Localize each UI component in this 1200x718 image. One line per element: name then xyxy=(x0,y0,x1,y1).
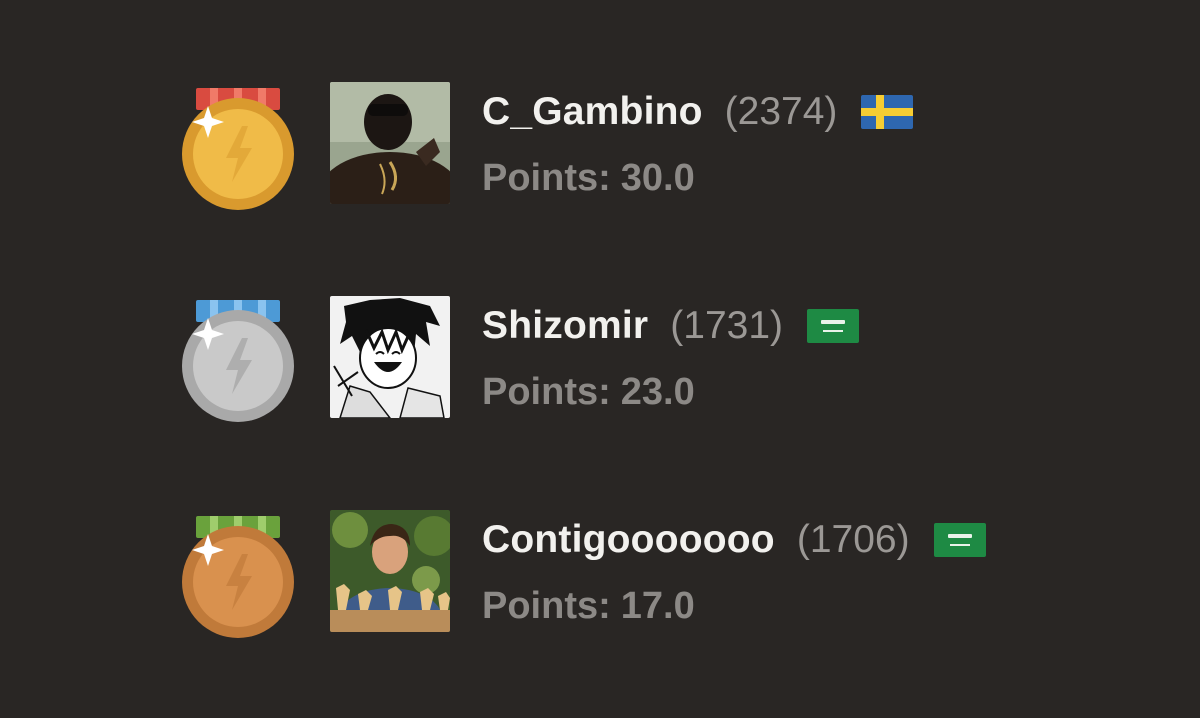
avatar[interactable] xyxy=(330,82,450,204)
points-value: 30.0 xyxy=(620,156,695,199)
player-rating: (2374) xyxy=(724,90,838,133)
points-line: Points: 30.0 xyxy=(482,154,695,202)
points-line: Points: 17.0 xyxy=(482,582,695,630)
bronze-medal-icon xyxy=(178,510,298,640)
sweden-flag-icon xyxy=(861,95,914,129)
avatar[interactable] xyxy=(330,510,450,632)
points-value: 23.0 xyxy=(620,370,695,413)
player-name-line: Shizomir (1731) xyxy=(482,298,860,354)
player-rating: (1731) xyxy=(670,304,784,347)
leaderboard-row-2[interactable]: Shizomir (1731) Points: 23.0 xyxy=(0,292,1200,432)
points-value: 17.0 xyxy=(620,584,695,627)
avatar[interactable] xyxy=(330,296,450,418)
leaderboard-row-1[interactable]: C_Gambino (2374) Points: 30.0 xyxy=(0,78,1200,218)
leaderboard-row-3[interactable]: Contigooooooo (1706) Points: 17.0 xyxy=(0,506,1200,646)
saudi-arabia-flag-icon xyxy=(807,309,860,343)
leaderboard: C_Gambino (2374) Points: 30.0 Shizomir (… xyxy=(0,0,1200,718)
username[interactable]: C_Gambino xyxy=(482,90,703,134)
player-rating: (1706) xyxy=(796,518,910,561)
player-name-line: C_Gambino (2374) xyxy=(482,84,914,140)
points-label: Points: xyxy=(482,156,611,199)
player-name-line: Contigooooooo (1706) xyxy=(482,512,986,568)
saudi-arabia-flag-icon xyxy=(933,523,986,557)
username[interactable]: Contigooooooo xyxy=(482,518,775,562)
gold-medal-icon xyxy=(178,82,298,212)
silver-medal-icon xyxy=(178,296,298,426)
points-label: Points: xyxy=(482,584,611,627)
points-line: Points: 23.0 xyxy=(482,368,695,416)
points-label: Points: xyxy=(482,370,611,413)
username[interactable]: Shizomir xyxy=(482,304,648,348)
